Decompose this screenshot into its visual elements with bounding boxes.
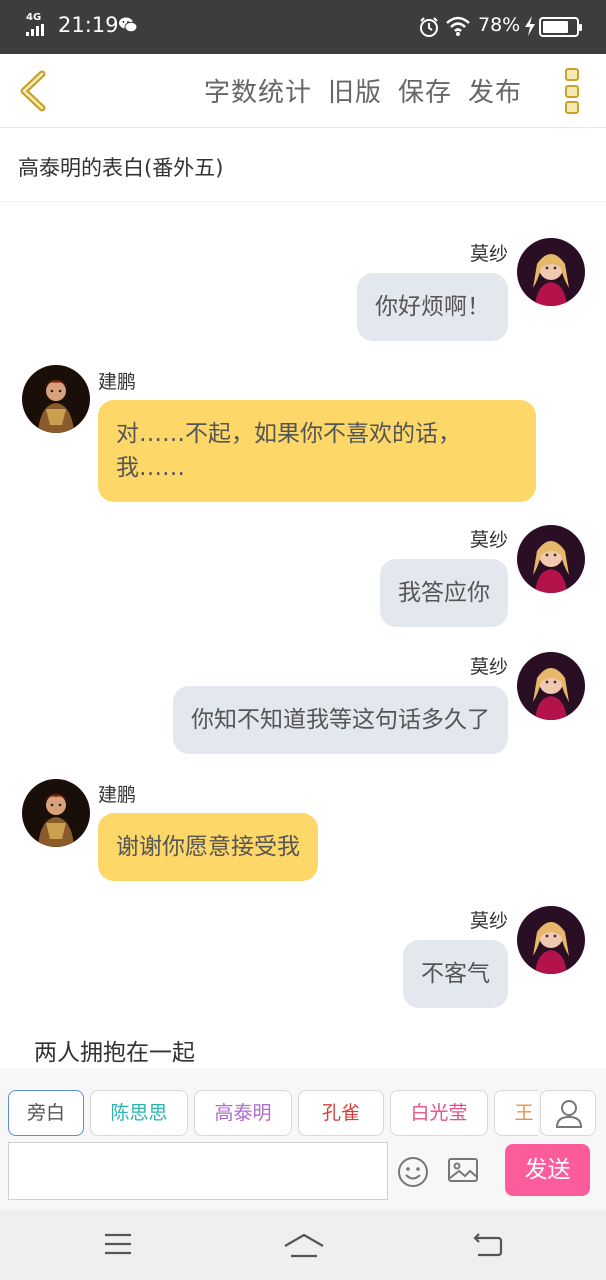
network-type: 4G xyxy=(26,12,42,23)
message-bubble[interactable]: 你好烦啊！ xyxy=(357,273,508,341)
compose-panel: 旁白 陈思思 高泰明 孔雀 白光莹王 发送 xyxy=(0,1068,606,1210)
back-icon[interactable] xyxy=(14,70,54,112)
speaker-name: 建鹏 xyxy=(98,371,137,393)
publish-button[interactable]: 发布 xyxy=(460,72,530,109)
character-chip[interactable]: 王 xyxy=(494,1090,538,1136)
character-selector: 旁白 陈思思 高泰明 孔雀 白光莹王 xyxy=(8,1090,538,1138)
message-bubble[interactable]: 对……不起，如果你不喜欢的话，我…… xyxy=(98,400,536,502)
system-nav-bar xyxy=(0,1210,606,1280)
user-icon xyxy=(555,1100,583,1128)
message-bubble[interactable]: 你知不知道我等这句话多久了 xyxy=(173,686,508,754)
avatar[interactable] xyxy=(517,525,585,593)
character-chip-narrator[interactable]: 旁白 xyxy=(8,1090,84,1136)
battery-percent: 78% xyxy=(478,14,521,36)
emoji-icon[interactable] xyxy=(397,1156,429,1188)
image-icon[interactable] xyxy=(447,1156,479,1184)
wifi-icon xyxy=(446,16,470,36)
message-bubble[interactable]: 不客气 xyxy=(403,940,508,1008)
avatar[interactable] xyxy=(517,652,585,720)
save-button[interactable]: 保存 xyxy=(390,72,460,109)
speaker-name: 莫纱 xyxy=(469,243,508,265)
wechat-icon xyxy=(119,17,138,33)
message-bubble[interactable]: 我答应你 xyxy=(380,559,508,627)
charging-icon xyxy=(525,16,535,36)
avatar[interactable] xyxy=(22,779,90,847)
message-bubble[interactable]: 谢谢你愿意接受我 xyxy=(98,813,318,881)
send-button[interactable]: 发送 xyxy=(505,1144,590,1196)
character-chip[interactable]: 高泰明 xyxy=(194,1090,292,1136)
speaker-name: 莫纱 xyxy=(469,529,508,551)
alarm-icon xyxy=(420,17,438,37)
old-version-button[interactable]: 旧版 xyxy=(320,72,390,109)
avatar[interactable] xyxy=(517,238,585,306)
speaker-name: 莫纱 xyxy=(469,910,508,932)
story-title: 高泰明的表白(番外五) xyxy=(18,156,224,180)
character-chip[interactable]: 陈思思 xyxy=(90,1090,188,1136)
message-input[interactable] xyxy=(8,1142,388,1200)
avatar[interactable] xyxy=(517,906,585,974)
avatar[interactable] xyxy=(22,365,90,433)
toolbar-actions: 字数统计 旧版 保存 发布 xyxy=(196,72,530,109)
back-nav-icon[interactable] xyxy=(472,1232,504,1258)
status-bar: 4G 21:19 78% xyxy=(0,0,606,54)
speaker-name: 建鹏 xyxy=(98,784,137,806)
character-chip[interactable]: 孔雀 xyxy=(298,1090,384,1136)
clock: 21:19 xyxy=(58,13,119,37)
speaker-name: 莫纱 xyxy=(469,656,508,678)
editor-toolbar: 字数统计 旧版 保存 发布 xyxy=(0,54,606,128)
word-count-button[interactable]: 字数统计 xyxy=(196,72,320,109)
narration-text[interactable]: 两人拥抱在一起 xyxy=(34,1033,195,1067)
battery-icon xyxy=(539,17,582,37)
add-character-button[interactable] xyxy=(540,1090,596,1136)
chat-area[interactable]: 莫纱 你好烦啊！ 建鹏 对……不起，如果你不喜欢的话，我…… 莫纱 我答应你 莫… xyxy=(0,203,606,1069)
menu-icon[interactable] xyxy=(104,1232,132,1256)
character-chip[interactable]: 白光莹 xyxy=(390,1090,488,1136)
more-menu-icon[interactable] xyxy=(565,68,579,114)
cellular-signal-icon: 4G xyxy=(26,12,48,36)
home-icon[interactable] xyxy=(283,1232,325,1260)
story-title-row[interactable]: 高泰明的表白(番外五) xyxy=(0,128,606,202)
